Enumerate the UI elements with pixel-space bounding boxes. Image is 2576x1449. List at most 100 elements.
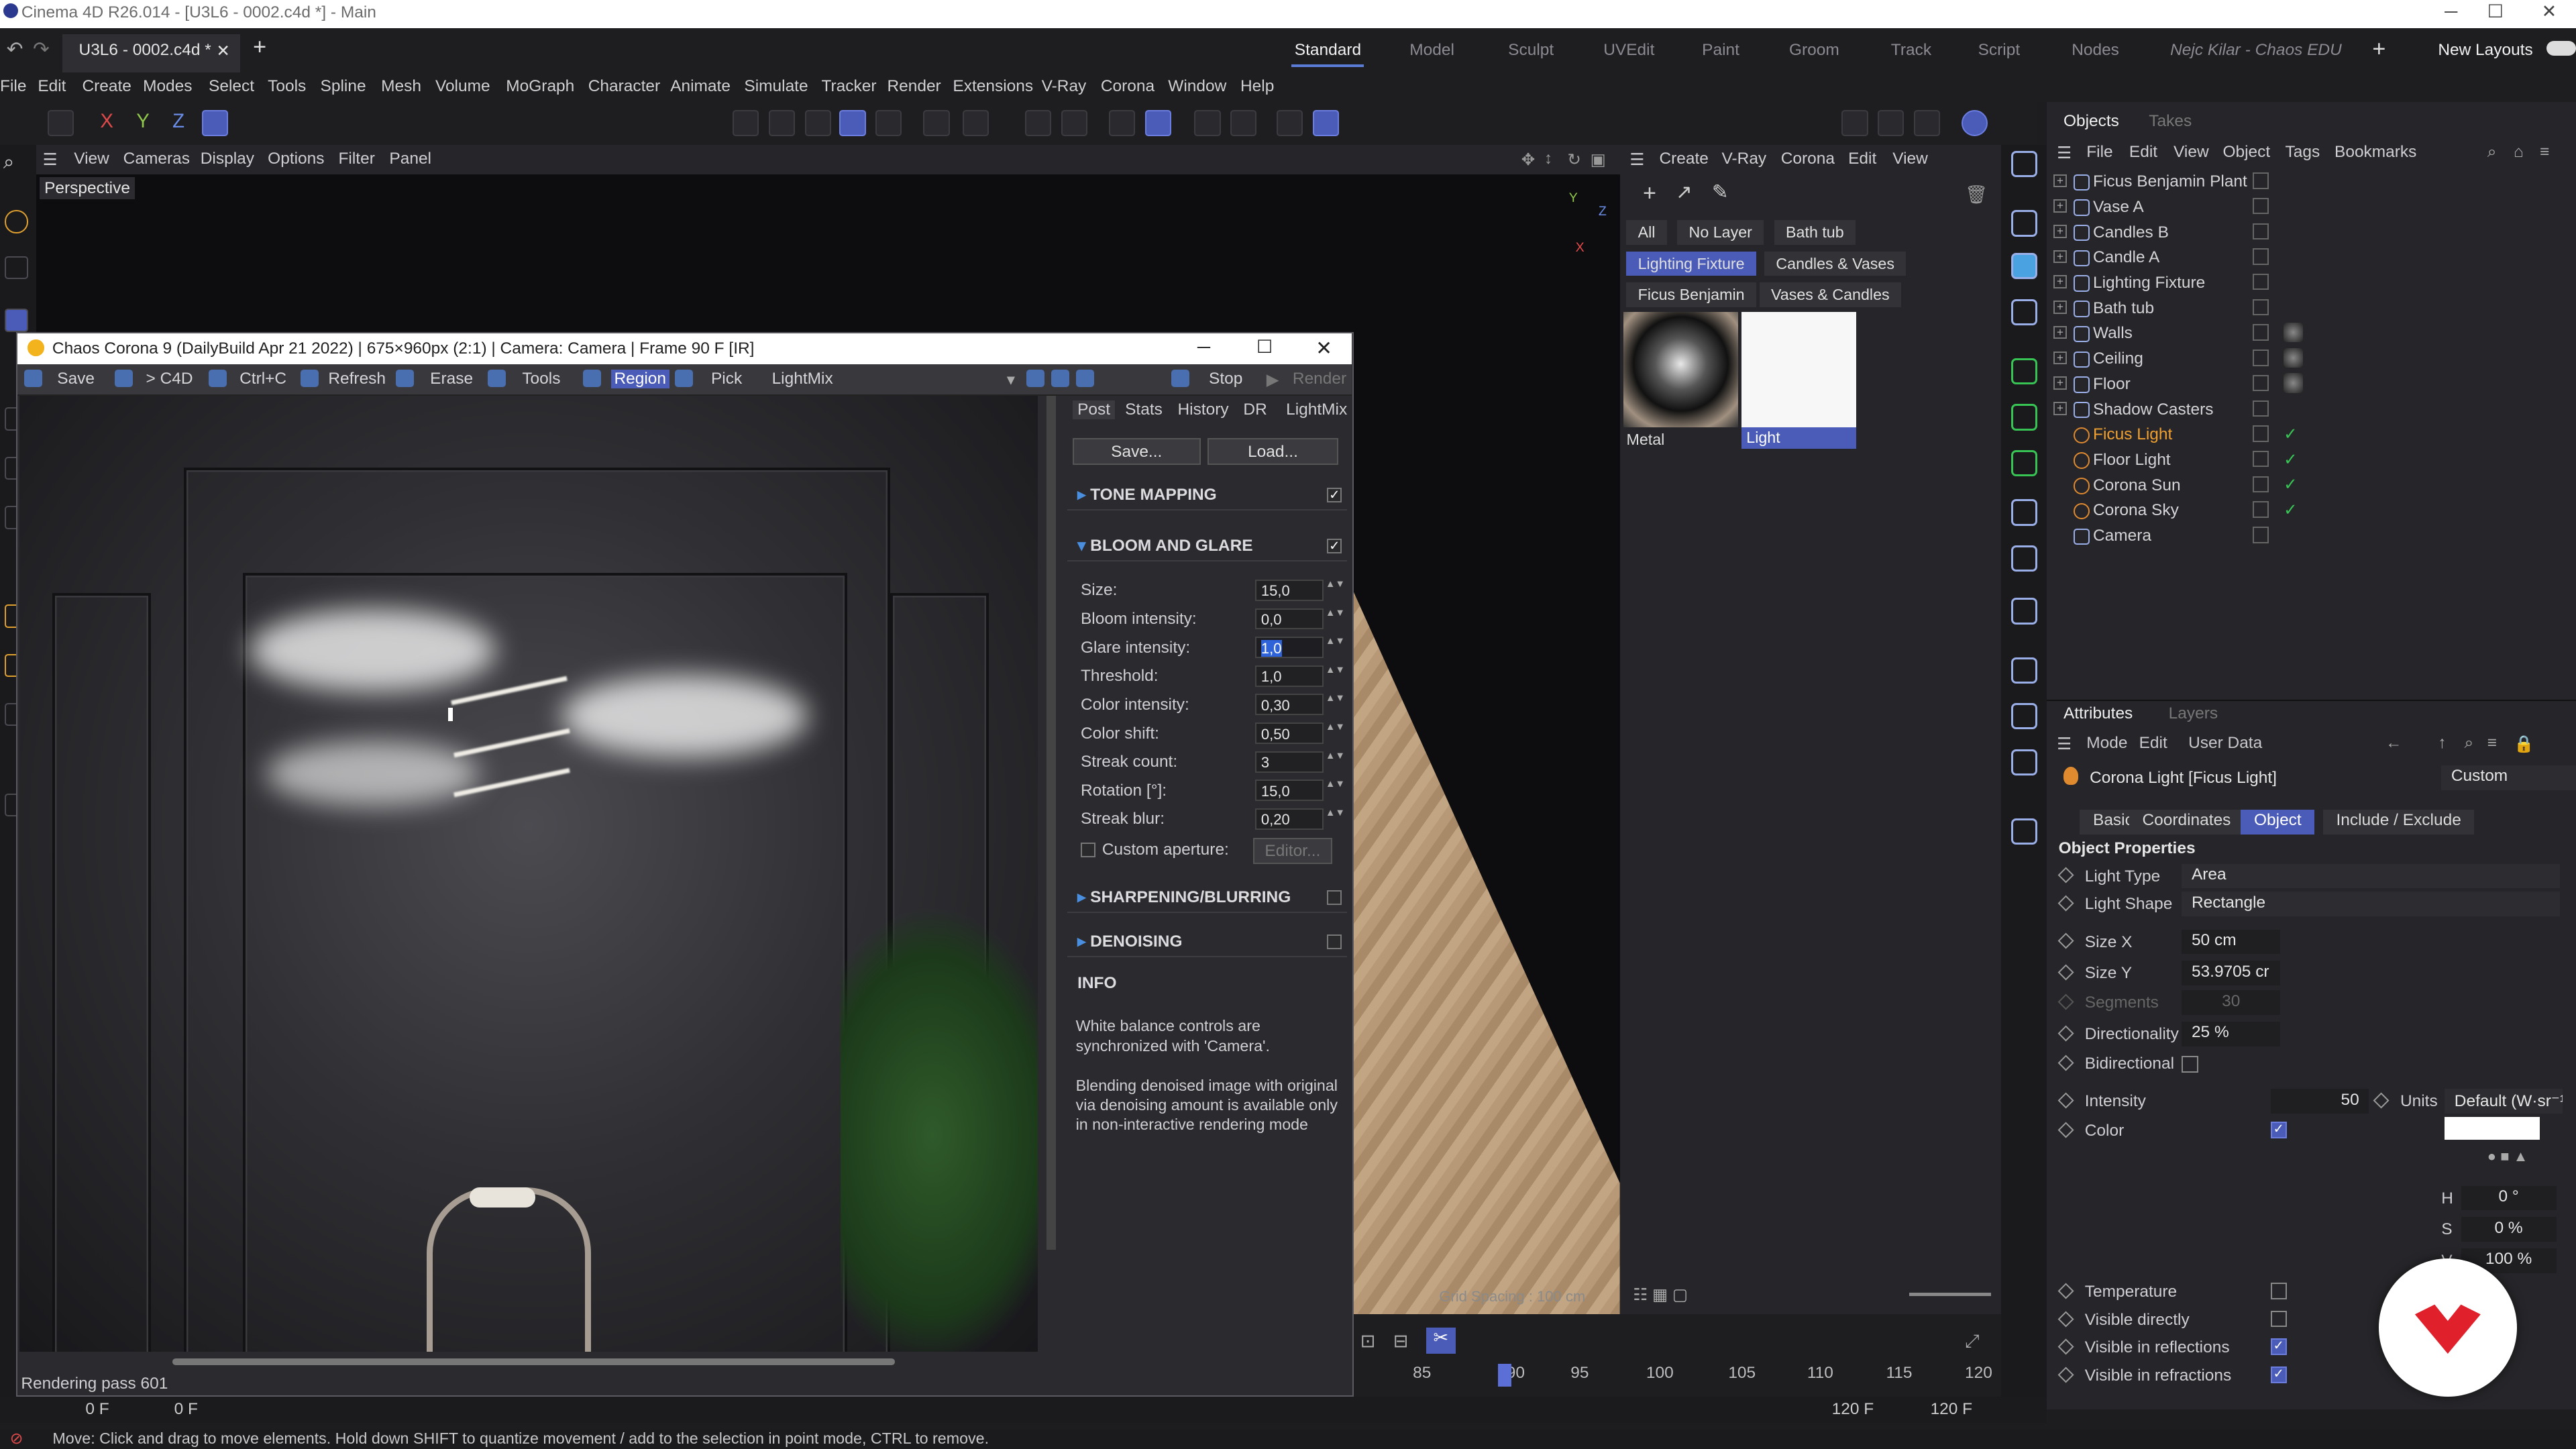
spinner-arrows-icon[interactable]: ▲▼	[1326, 665, 1345, 676]
enabled-check-icon[interactable]: ✓	[2284, 474, 2298, 494]
material-thumbnail-metal[interactable]	[1623, 312, 1739, 427]
post-save-button[interactable]: Save...	[1072, 438, 1201, 465]
points-mode-icon[interactable]	[733, 110, 759, 137]
timeline-curves-icon[interactable]: ⤢	[1965, 1331, 1980, 1352]
visibility-toggle-icon[interactable]	[2252, 172, 2269, 189]
maximize-icon[interactable]: ☐	[2487, 1, 2504, 22]
text-spline-icon[interactable]	[2010, 299, 2037, 325]
apply-material-icon[interactable]: ↗	[1676, 180, 1693, 204]
object-row[interactable]: Ficus Light ✓	[2053, 424, 2300, 449]
expand-icon[interactable]: +	[2053, 376, 2067, 390]
keyframe-diamond-icon[interactable]	[2057, 1366, 2074, 1383]
object-menu-object[interactable]: Object	[2222, 143, 2270, 162]
menu-file[interactable]: File	[0, 77, 26, 96]
menu-tools[interactable]: Tools	[268, 77, 306, 96]
bloom-glare-header[interactable]: ▾ BLOOM AND GLARE	[1067, 531, 1347, 562]
object-filter-icon[interactable]: ≡	[2540, 143, 2549, 162]
subtab-include-exclude[interactable]: Include / Exclude	[2322, 809, 2475, 835]
spinner-arrows-icon[interactable]: ▲▼	[1326, 722, 1345, 733]
pick-material-icon[interactable]: ✎	[1712, 180, 1729, 204]
vfb-copy-button[interactable]: Ctrl+C	[239, 370, 286, 388]
axis-y-lock[interactable]: Y	[136, 110, 150, 133]
camera-icon[interactable]	[2010, 703, 2037, 730]
mograph-icon[interactable]	[2010, 404, 2037, 431]
sharpening-header[interactable]: ▸ SHARPENING/BLURRING	[1067, 882, 1347, 914]
vfb-vertical-scrollbar[interactable]	[1046, 395, 1057, 1250]
menu-volume[interactable]: Volume	[435, 77, 490, 96]
attr-menu-edit[interactable]: Edit	[2139, 734, 2167, 753]
keyframe-diamond-icon[interactable]	[2057, 1338, 2074, 1356]
scene-icon[interactable]	[2010, 545, 2037, 572]
keyframe-diamond-icon[interactable]	[2057, 1025, 2074, 1042]
visibility-toggle-icon[interactable]	[2252, 299, 2269, 316]
object-row[interactable]: + Bath tub	[2053, 297, 2300, 322]
vfb-erase-button[interactable]: Erase	[430, 370, 473, 388]
object-row[interactable]: + Floor	[2053, 373, 2304, 398]
material-menu-vray[interactable]: V-Ray	[1722, 150, 1767, 168]
visibility-toggle-icon[interactable]	[2252, 248, 2269, 265]
tab-dr[interactable]: DR	[1243, 400, 1267, 419]
bloom-param-field[interactable]: 1,0	[1254, 637, 1324, 659]
light-shape-dropdown[interactable]: Rectangle	[2182, 892, 2560, 917]
layout-toggle[interactable]	[2546, 41, 2576, 56]
viewport-maximize-icon[interactable]: ▣	[1591, 150, 1606, 170]
visible-directly-checkbox[interactable]	[2270, 1310, 2287, 1328]
menu-edit[interactable]: Edit	[38, 77, 66, 96]
menu-create[interactable]: Create	[82, 77, 131, 96]
search-icon[interactable]: ⌕	[3, 151, 14, 174]
object-row[interactable]: Corona Sky ✓	[2053, 500, 2300, 525]
keyframe-diamond-icon[interactable]	[2057, 1055, 2074, 1071]
expand-icon[interactable]: +	[2053, 174, 2067, 188]
spinner-arrows-icon[interactable]: ▲▼	[1326, 780, 1345, 790]
menu-spline[interactable]: Spline	[321, 77, 366, 96]
menu-select[interactable]: Select	[209, 77, 254, 96]
workplane-icon[interactable]	[1194, 110, 1221, 137]
visible-reflections-checkbox[interactable]: ✓	[2270, 1338, 2287, 1355]
timeline-keys-icon[interactable]: ⊟	[1393, 1331, 1409, 1352]
material-menu-create[interactable]: Create	[1659, 150, 1708, 168]
vfb-pick-button[interactable]: Pick	[711, 370, 742, 388]
menu-tracker[interactable]: Tracker	[822, 77, 877, 96]
visibility-toggle-icon[interactable]	[2252, 273, 2269, 290]
menu-render[interactable]: Render	[887, 77, 941, 96]
visibility-toggle-icon[interactable]	[2252, 400, 2269, 417]
sharpening-checkbox[interactable]	[1327, 890, 1342, 905]
generator-icon[interactable]	[2010, 358, 2037, 385]
subtab-coordinates[interactable]: Coordinates	[2129, 809, 2244, 835]
layout-user[interactable]: Nejc Kilar - Chaos EDU	[2170, 41, 2342, 60]
material-thumbnail-light[interactable]	[1741, 312, 1857, 427]
keyframe-diamond-icon[interactable]	[2057, 1122, 2074, 1138]
delete-material-icon[interactable]: 🗑	[1965, 184, 1988, 205]
object-menu-edit[interactable]: Edit	[2129, 143, 2157, 162]
tab-attributes[interactable]: Attributes	[2063, 704, 2133, 723]
intensity-field[interactable]: 50	[2270, 1089, 2369, 1114]
keyframe-diamond-icon[interactable]	[2057, 964, 2074, 981]
menu-character[interactable]: Character	[588, 77, 660, 96]
keyframe-diamond-icon[interactable]	[2057, 1311, 2074, 1328]
menu-animate[interactable]: Animate	[670, 77, 731, 96]
size-y-field[interactable]: 53.9705 cr	[2182, 961, 2281, 985]
vfb-close-icon[interactable]: ✕	[1316, 337, 1332, 360]
menu-help[interactable]: Help	[1240, 77, 1274, 96]
object-row[interactable]: + Vase A	[2053, 196, 2300, 221]
vfb-region-button[interactable]: Region	[610, 369, 669, 388]
object-row[interactable]: Floor Light ✓	[2053, 449, 2300, 474]
layout-standard[interactable]: Standard	[1295, 41, 1361, 60]
tone-mapping-checkbox[interactable]: ✓	[1327, 487, 1342, 502]
attr-menu-mode[interactable]: Mode	[2086, 734, 2127, 753]
material-tag-icon[interactable]	[2284, 373, 2304, 393]
timeline-snap-icon[interactable]: ⊡	[1360, 1331, 1376, 1352]
material-tag-icon[interactable]	[2284, 322, 2304, 343]
primitive-icon[interactable]	[2010, 253, 2037, 280]
visibility-toggle-icon[interactable]	[2252, 350, 2269, 366]
viewport-menu-options[interactable]: Options	[268, 150, 324, 168]
environment-icon[interactable]	[2010, 657, 2037, 684]
corona-ir-icon[interactable]	[1962, 110, 1988, 137]
vfb-minimize-icon[interactable]: ─	[1197, 337, 1210, 358]
render-view-icon[interactable]	[1841, 110, 1868, 137]
light-icon[interactable]	[2010, 749, 2037, 775]
viewport-menu-display[interactable]: Display	[201, 150, 254, 168]
menu-window[interactable]: Window	[1168, 77, 1226, 96]
material-hamburger-icon[interactable]: ☰	[1629, 150, 1644, 170]
object-row[interactable]: + Shadow Casters	[2053, 398, 2300, 423]
